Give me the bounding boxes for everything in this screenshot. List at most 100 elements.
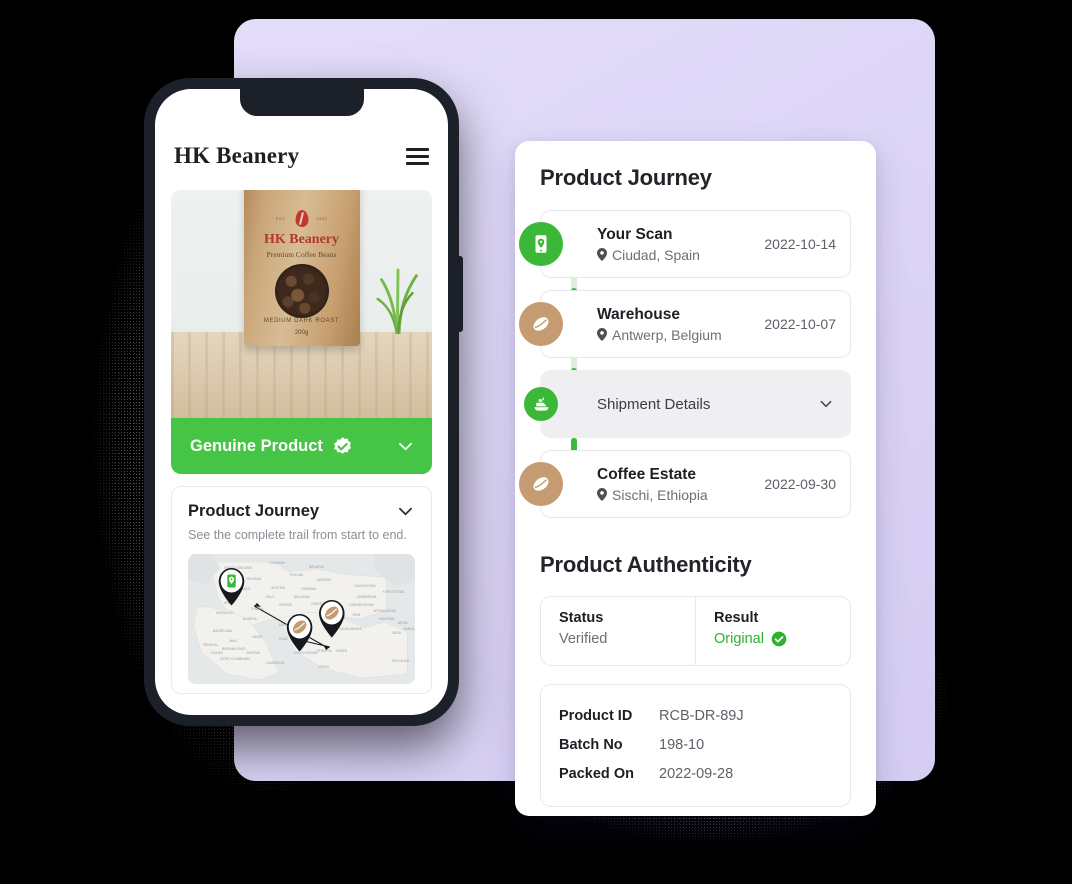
timeline-step-name: Your Scan bbox=[597, 225, 673, 243]
svg-text:AUSTRIA: AUSTRIA bbox=[271, 586, 286, 590]
timeline-step-body: Coffee Estate Sischi, Ethiopia bbox=[597, 466, 764, 503]
svg-text:PAKISTAN: PAKISTAN bbox=[379, 617, 395, 621]
timeline-step-your-scan[interactable]: Your Scan Ciudad, Spain 2022-10-14 bbox=[519, 210, 851, 278]
journey-card-title: Product Journey bbox=[188, 502, 320, 520]
meta-value: 2022-09-28 bbox=[659, 765, 734, 782]
bag-weight-text: 200g bbox=[294, 330, 309, 336]
result-label: Result bbox=[714, 610, 759, 626]
phone-screen: HK Beanery EST. 1932 HK Beanery Premium … bbox=[155, 89, 448, 715]
svg-text:UZBEKISTAN: UZBEKISTAN bbox=[356, 595, 376, 599]
authenticity-status-cell: Status Verified bbox=[541, 597, 695, 665]
svg-text:GUINEA: GUINEA bbox=[211, 651, 224, 655]
meta-value: 198-10 bbox=[659, 736, 705, 753]
timeline-step-date: 2022-10-14 bbox=[764, 236, 836, 252]
authenticity-summary: Status Verified Result Original bbox=[540, 596, 851, 666]
svg-text:BELGIUM: BELGIUM bbox=[247, 577, 262, 581]
svg-text:BURKINA FASO: BURKINA FASO bbox=[222, 647, 246, 651]
coffee-bag: EST. 1932 HK Beanery Premium Coffee Bean… bbox=[243, 190, 360, 346]
svg-text:GHANA: GHANA bbox=[239, 657, 251, 661]
svg-text:SOUTH SUDAN: SOUTH SUDAN bbox=[294, 651, 318, 655]
svg-text:YEMEN: YEMEN bbox=[336, 649, 348, 653]
timeline-step-location: Antwerp, Belgium bbox=[597, 327, 764, 343]
svg-text:ITALY: ITALY bbox=[266, 595, 275, 599]
location-pin-icon bbox=[597, 328, 607, 341]
chevron-down-icon[interactable] bbox=[396, 437, 415, 456]
journey-card-subtitle: See the complete trail from start to end… bbox=[188, 528, 407, 542]
details-card: Product Journey Your Scan Ciudad, Spain … bbox=[515, 141, 876, 816]
svg-text:UKRAINE: UKRAINE bbox=[317, 578, 332, 582]
timeline-step-location: Sischi, Ethiopia bbox=[597, 487, 764, 503]
genuine-product-banner[interactable]: Genuine Product bbox=[171, 418, 432, 474]
timeline-step-shipment-details[interactable]: Shipment Details bbox=[524, 370, 851, 438]
svg-text:MAURITANIA: MAURITANIA bbox=[213, 629, 233, 633]
timeline-step-warehouse[interactable]: Warehouse Antwerp, Belgium 2022-10-07 bbox=[519, 290, 851, 358]
svg-text:TUNISIA: TUNISIA bbox=[250, 607, 263, 611]
svg-text:MALI: MALI bbox=[230, 639, 238, 643]
svg-text:ALGERIA: ALGERIA bbox=[243, 617, 258, 621]
phone-mockup: HK Beanery EST. 1932 HK Beanery Premium … bbox=[144, 78, 463, 726]
grass-plant-decoration bbox=[376, 268, 418, 334]
svg-text:NIGER: NIGER bbox=[252, 635, 263, 639]
svg-text:IRAN: IRAN bbox=[353, 613, 361, 617]
svg-text:POLAND: POLAND bbox=[290, 573, 304, 577]
svg-text:SENEGAL: SENEGAL bbox=[203, 643, 218, 647]
svg-text:AFGHANISTAN: AFGHANISTAN bbox=[373, 609, 396, 613]
svg-text:BULGARIA: BULGARIA bbox=[294, 595, 311, 599]
svg-text:KENYA: KENYA bbox=[319, 665, 330, 669]
phone-notch bbox=[239, 89, 364, 116]
scan-phone-icon bbox=[519, 222, 563, 266]
status-label: Status bbox=[559, 610, 604, 626]
table-row: Packed On 2022-09-28 bbox=[559, 759, 832, 788]
phone-product-journey-card[interactable]: Product Journey See the complete trail f… bbox=[171, 486, 432, 694]
svg-text:SAUDI ARABIA: SAUDI ARABIA bbox=[339, 627, 362, 631]
meta-key: Product ID bbox=[559, 707, 633, 724]
chevron-down-icon[interactable] bbox=[396, 502, 415, 521]
svg-text:BELARUS: BELARUS bbox=[309, 565, 325, 569]
bag-brand-text: HK Beanery bbox=[263, 232, 340, 247]
product-meta-table: Product ID RCB-DR-89J Batch No 198-10 Pa… bbox=[540, 684, 851, 807]
ship-icon bbox=[524, 387, 558, 421]
svg-text:KYRGYZSTAN: KYRGYZSTAN bbox=[383, 590, 405, 594]
timeline-location-text: Antwerp, Belgium bbox=[612, 326, 722, 343]
svg-text:KAZAKHSTAN: KAZAKHSTAN bbox=[354, 584, 376, 588]
svg-text:GREECE: GREECE bbox=[279, 603, 293, 607]
bag-tagline-text: Premium Coffee Beans bbox=[266, 250, 337, 259]
verified-check-icon bbox=[771, 631, 787, 647]
svg-text:SRI LANKA: SRI LANKA bbox=[392, 659, 410, 663]
svg-text:NIGERIA: NIGERIA bbox=[247, 651, 261, 655]
result-value: Original bbox=[714, 631, 764, 647]
phone-side-button[interactable] bbox=[458, 256, 463, 332]
svg-text:DENMARK: DENMARK bbox=[269, 561, 286, 565]
svg-text:BANGLADESH: BANGLADESH bbox=[404, 627, 415, 631]
meta-key: Packed On bbox=[559, 765, 634, 782]
timeline-location-text: Sischi, Ethiopia bbox=[612, 486, 708, 503]
timeline-step-body: Warehouse Antwerp, Belgium bbox=[597, 306, 764, 343]
bag-bean-window bbox=[274, 264, 329, 318]
page-root: Product Journey Your Scan Ciudad, Spain … bbox=[0, 0, 1072, 884]
coffee-bean-logo-icon bbox=[295, 210, 308, 227]
verified-check-icon bbox=[334, 436, 351, 454]
timeline-step-date: 2022-09-30 bbox=[764, 476, 836, 492]
authenticity-result-cell: Result Original bbox=[695, 597, 850, 665]
chevron-down-icon[interactable] bbox=[818, 396, 834, 412]
location-pin-icon bbox=[597, 248, 607, 261]
timeline-step-coffee-estate[interactable]: Coffee Estate Sischi, Ethiopia 2022-09-3… bbox=[519, 450, 851, 518]
product-authenticity-heading: Product Authenticity bbox=[540, 552, 752, 577]
timeline-step-location: Ciudad, Spain bbox=[597, 247, 764, 263]
timeline-step-body: Your Scan Ciudad, Spain bbox=[597, 226, 764, 263]
location-pin-icon bbox=[597, 488, 607, 501]
bag-roast-text: MEDIUM DARK ROAST bbox=[263, 318, 340, 324]
timeline-step-name: Warehouse bbox=[597, 305, 680, 323]
app-header: HK Beanery bbox=[155, 122, 448, 190]
journey-map[interactable]: UNITED KINGDOM DENMARK BELARUS POLAND UK… bbox=[188, 554, 415, 684]
genuine-product-label: Genuine Product bbox=[190, 436, 323, 455]
svg-text:ETHIOPIA: ETHIOPIA bbox=[317, 649, 333, 653]
timeline-step-name: Coffee Estate bbox=[597, 465, 697, 483]
svg-text:CHAD: CHAD bbox=[279, 637, 289, 641]
bag-tick-left: EST. bbox=[275, 216, 287, 221]
hamburger-menu-icon[interactable] bbox=[406, 147, 429, 165]
journey-timeline: Your Scan Ciudad, Spain 2022-10-14 Wareh… bbox=[519, 210, 851, 518]
result-value-wrap: Original bbox=[714, 631, 850, 647]
journey-card-header: Product Journey bbox=[188, 502, 415, 521]
timeline-step-date: 2022-10-07 bbox=[764, 316, 836, 332]
